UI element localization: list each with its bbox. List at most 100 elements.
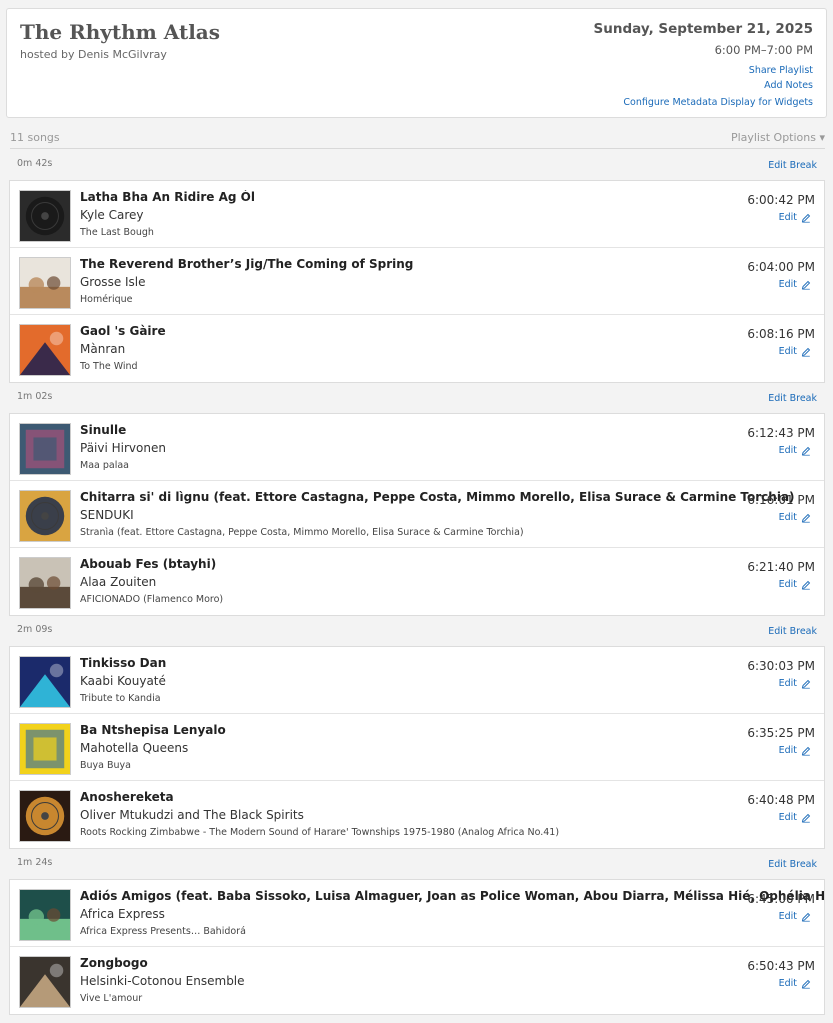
track-time: 6:35:25 PM: [747, 726, 815, 740]
track-time: 6:16:01 PM: [747, 493, 815, 507]
pencil-icon: [801, 213, 811, 223]
track-row[interactable]: Ba Ntshepisa Lenyalo Mahotella Queens Bu…: [10, 714, 824, 781]
track-group: Latha Bha An Ridire Ag Òl Kyle Carey The…: [9, 180, 825, 383]
album-art-image: [20, 657, 70, 707]
track-row[interactable]: Chitarra si' di lìgnu (feat. Ettore Cast…: [10, 481, 824, 548]
track-album: To The Wind: [80, 361, 138, 372]
break-duration: 0m 42s: [17, 158, 53, 169]
track-album: Africa Express Presents… Bahidorá: [80, 926, 246, 937]
track-row[interactable]: Adiós Amigos (feat. Baba Sissoko, Luisa …: [10, 880, 824, 947]
track-album: AFICIONADO (Flamenco Moro): [80, 594, 224, 605]
pencil-icon: [801, 513, 811, 523]
album-art-image: [20, 791, 70, 841]
album-art-image: [20, 325, 70, 375]
track-edit-link[interactable]: Edit: [779, 346, 811, 357]
track-album: Roots Rocking Zimbabwe - The Modern Soun…: [80, 827, 560, 838]
track-edit-link[interactable]: Edit: [779, 745, 811, 756]
break-row: 0m 42s Edit Break: [10, 155, 825, 175]
track-time: 6:08:16 PM: [747, 327, 815, 341]
pencil-icon: [801, 912, 811, 922]
edit-break-link[interactable]: Edit Break: [768, 859, 817, 870]
pencil-icon: [801, 813, 811, 823]
track-title: Sinulle: [80, 423, 127, 437]
playlist-toolbar: 11 songs Playlist Options ▾: [10, 131, 825, 149]
track-title: Ba Ntshepisa Lenyalo: [80, 723, 226, 737]
track-row[interactable]: Abouab Fes (btayhi) Alaa Zouiten AFICION…: [10, 548, 824, 615]
add-notes-link[interactable]: Add Notes: [764, 80, 813, 91]
pencil-icon: [801, 979, 811, 989]
track-time: 6:30:03 PM: [747, 659, 815, 673]
break-row: 2m 09s Edit Break: [10, 621, 825, 641]
track-time: 6:40:48 PM: [747, 793, 815, 807]
track-edit-link[interactable]: Edit: [779, 212, 811, 223]
track-time: 6:21:40 PM: [747, 560, 815, 574]
track-edit-label: Edit: [778, 579, 797, 590]
break-duration: 1m 24s: [17, 857, 53, 868]
track-album: Vive L'amour: [80, 993, 143, 1004]
track-edit-link[interactable]: Edit: [779, 579, 811, 590]
track-edit-link[interactable]: Edit: [779, 445, 811, 456]
album-art-image: [20, 724, 70, 774]
track-edit-link[interactable]: Edit: [779, 512, 811, 523]
track-title: Adiós Amigos (feat. Baba Sissoko, Luisa …: [80, 889, 824, 903]
album-art: [19, 956, 71, 1008]
pencil-icon: [801, 746, 811, 756]
track-artist: Päivi Hirvonen: [80, 441, 166, 455]
track-edit-label: Edit: [778, 512, 797, 523]
album-art-image: [20, 890, 70, 940]
album-art: [19, 656, 71, 708]
track-edit-link[interactable]: Edit: [779, 911, 811, 922]
pencil-icon: [801, 446, 811, 456]
track-edit-label: Edit: [778, 911, 797, 922]
track-artist: Kaabi Kouyaté: [80, 674, 166, 688]
track-row[interactable]: Latha Bha An Ridire Ag Òl Kyle Carey The…: [10, 181, 824, 248]
show-host: hosted by Denis McGilvray: [20, 48, 167, 61]
track-title: Zongbogo: [80, 956, 148, 970]
track-row[interactable]: The Reverend Brother’s Jig/The Coming of…: [10, 248, 824, 315]
track-edit-label: Edit: [778, 678, 797, 689]
track-group: Sinulle Päivi Hirvonen Maa palaa 6:12:43…: [9, 413, 825, 616]
track-edit-link[interactable]: Edit: [779, 978, 811, 989]
edit-break-link[interactable]: Edit Break: [768, 626, 817, 637]
track-edit-link[interactable]: Edit: [779, 678, 811, 689]
track-row[interactable]: Tinkisso Dan Kaabi Kouyaté Tribute to Ka…: [10, 647, 824, 714]
show-header: The Rhythm Atlas hosted by Denis McGilvr…: [6, 8, 827, 118]
break-row: 1m 24s Edit Break: [10, 854, 825, 874]
track-artist: Mànran: [80, 342, 126, 356]
track-row[interactable]: Gaol 's Gàire Mànran To The Wind 6:08:16…: [10, 315, 824, 382]
show-date: Sunday, September 21, 2025: [593, 21, 813, 37]
track-artist: Alaa Zouiten: [80, 575, 157, 589]
track-title: Gaol 's Gàire: [80, 324, 166, 338]
album-art: [19, 723, 71, 775]
track-edit-label: Edit: [778, 812, 797, 823]
track-title: Latha Bha An Ridire Ag Òl: [80, 190, 255, 204]
track-edit-link[interactable]: Edit: [779, 279, 811, 290]
album-art-image: [20, 957, 70, 1007]
album-art: [19, 324, 71, 376]
pencil-icon: [801, 280, 811, 290]
pencil-icon: [801, 347, 811, 357]
edit-break-link[interactable]: Edit Break: [768, 160, 817, 171]
break-row: 1m 02s Edit Break: [10, 388, 825, 408]
album-art-image: [20, 191, 70, 241]
share-playlist-link[interactable]: Share Playlist: [749, 65, 813, 76]
track-row[interactable]: Sinulle Päivi Hirvonen Maa palaa 6:12:43…: [10, 414, 824, 481]
track-row[interactable]: Anoshereketa Oliver Mtukudzi and The Bla…: [10, 781, 824, 848]
track-title: The Reverend Brother’s Jig/The Coming of…: [80, 257, 414, 271]
track-row[interactable]: Zongbogo Helsinki-Cotonou Ensemble Vive …: [10, 947, 824, 1014]
track-time: 6:45:00 PM: [747, 892, 815, 906]
track-group: Adiós Amigos (feat. Baba Sissoko, Luisa …: [9, 879, 825, 1015]
track-time: 6:12:43 PM: [747, 426, 815, 440]
track-time: 6:04:00 PM: [747, 260, 815, 274]
playlist-options-dropdown[interactable]: Playlist Options ▾: [731, 131, 825, 144]
edit-break-link[interactable]: Edit Break: [768, 393, 817, 404]
track-artist: Helsinki-Cotonou Ensemble: [80, 974, 245, 988]
track-edit-link[interactable]: Edit: [779, 812, 811, 823]
track-edit-label: Edit: [778, 745, 797, 756]
track-title: Chitarra si' di lìgnu (feat. Ettore Cast…: [80, 490, 795, 504]
album-art-image: [20, 491, 70, 541]
album-art: [19, 190, 71, 242]
track-album: Maa palaa: [80, 460, 129, 471]
configure-metadata-link[interactable]: Configure Metadata Display for Widgets: [623, 97, 813, 108]
break-duration: 2m 09s: [17, 624, 53, 635]
